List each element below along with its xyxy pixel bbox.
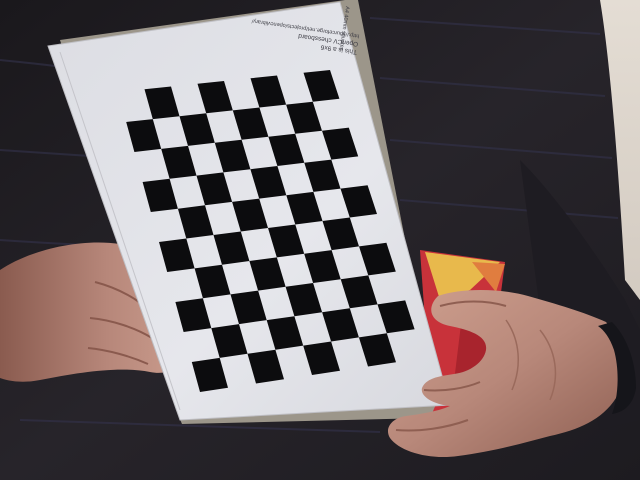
photo-scene: This is a 9x6 OpenCV chessboard http://s…	[0, 0, 640, 480]
